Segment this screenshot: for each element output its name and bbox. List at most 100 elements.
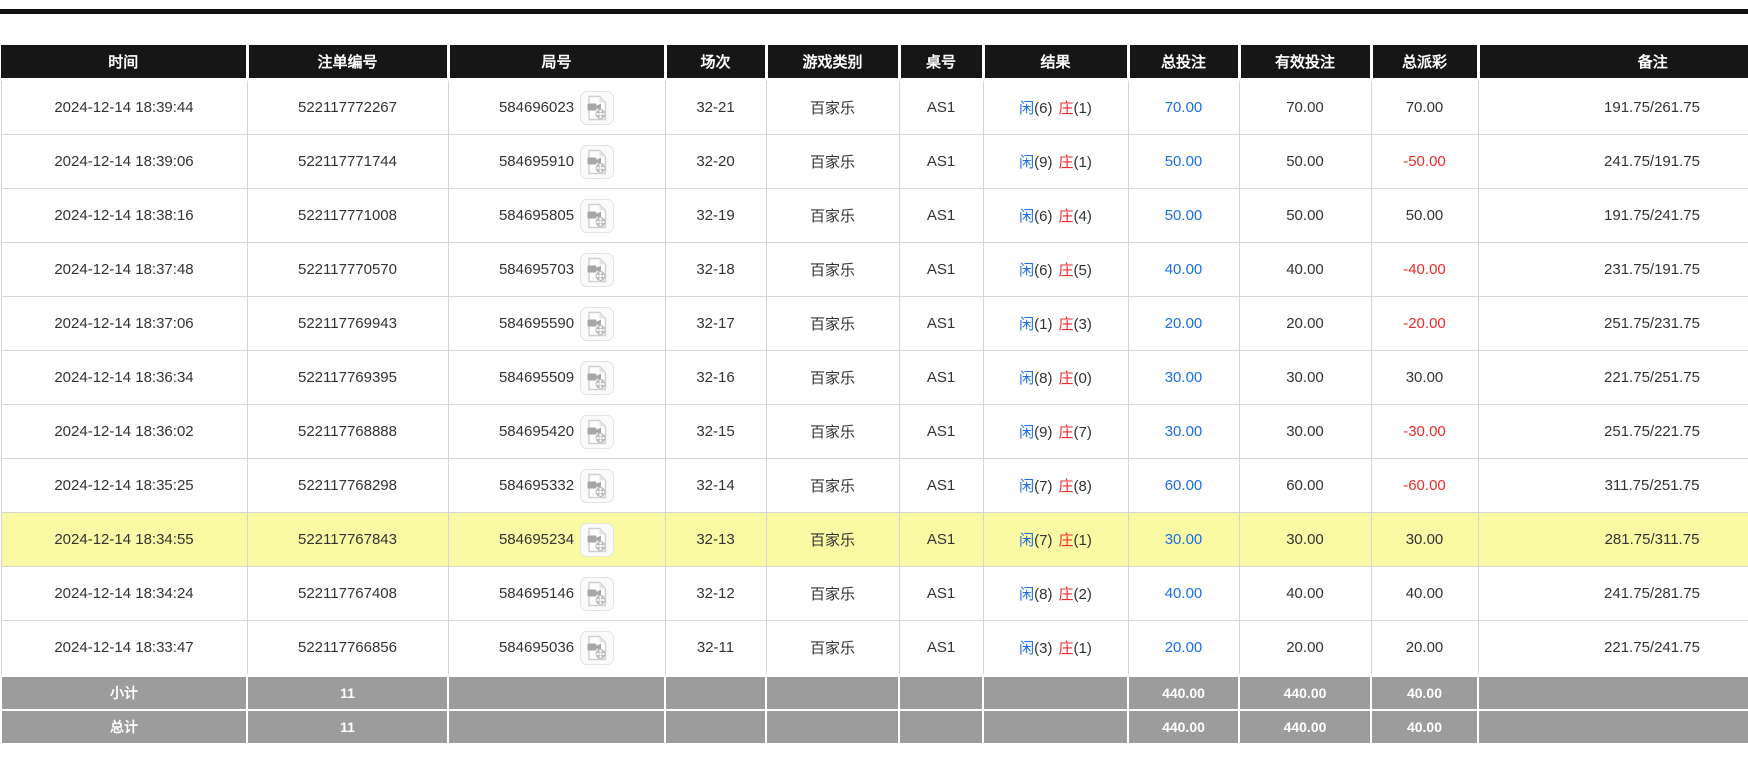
session-cell: 32-16 <box>665 351 766 405</box>
video-replay-button[interactable] <box>580 523 614 557</box>
player-result-score: (6) <box>1034 208 1052 225</box>
round-cell: 584695910 <box>448 135 665 189</box>
table-id-cell: AS1 <box>899 459 983 513</box>
subtotal-row: 小计 11 440.00 440.00 40.00 <box>1 676 1748 711</box>
bet-row[interactable]: 2024-12-14 18:38:16 522117771008 5846958… <box>1 189 1748 243</box>
result-cell: 闲(6)庄(4) <box>983 189 1128 243</box>
player-result-label: 闲 <box>1019 586 1034 603</box>
bet-row[interactable]: 2024-12-14 18:39:06 522117771744 5846959… <box>1 135 1748 189</box>
bet-row[interactable]: 2024-12-14 18:37:06 522117769943 5846955… <box>1 297 1748 351</box>
bet-row[interactable]: 2024-12-14 18:37:48 522117770570 5846957… <box>1 243 1748 297</box>
video-replay-button[interactable] <box>580 631 614 665</box>
video-replay-button[interactable] <box>580 199 614 233</box>
payout-cell: 70.00 <box>1371 80 1478 135</box>
player-result-score: (8) <box>1034 586 1052 603</box>
bet-row[interactable]: 2024-12-14 18:35:25 522117768298 5846953… <box>1 459 1748 513</box>
player-result-label: 闲 <box>1019 640 1034 657</box>
bet-row[interactable]: 2024-12-14 18:34:24 522117767408 5846951… <box>1 567 1748 621</box>
time-cell: 2024-12-14 18:39:44 <box>1 80 247 135</box>
result-cell: 闲(9)庄(1) <box>983 135 1128 189</box>
banker-result-label: 庄 <box>1059 208 1074 225</box>
player-result-label: 闲 <box>1019 100 1034 117</box>
player-result-score: (7) <box>1034 532 1052 549</box>
result-cell: 闲(9)庄(7) <box>983 405 1128 459</box>
result-cell: 闲(8)庄(2) <box>983 567 1128 621</box>
banker-result-score: (3) <box>1074 316 1092 333</box>
player-result-label: 闲 <box>1019 478 1034 495</box>
video-file-icon <box>585 203 609 229</box>
summary-empty-cell <box>983 676 1128 711</box>
banker-result-score: (7) <box>1074 424 1092 441</box>
bet-id-cell: 522117768298 <box>247 459 448 513</box>
bet-row[interactable]: 2024-12-14 18:34:55 522117767843 5846952… <box>1 513 1748 567</box>
summary-empty-cell <box>766 710 899 744</box>
banker-result-label: 庄 <box>1059 100 1074 117</box>
col-header-payout: 总派彩 <box>1371 45 1478 80</box>
banker-result-label: 庄 <box>1059 154 1074 171</box>
table-id-cell: AS1 <box>899 351 983 405</box>
session-cell: 32-11 <box>665 621 766 676</box>
remark-cell: 191.75/241.75 <box>1478 189 1748 243</box>
valid-bet-cell: 20.00 <box>1239 297 1371 351</box>
player-result-label: 闲 <box>1019 532 1034 549</box>
result-cell: 闲(6)庄(1) <box>983 80 1128 135</box>
summary-empty-cell <box>1478 710 1748 744</box>
video-replay-button[interactable] <box>580 361 614 395</box>
bet-row[interactable]: 2024-12-14 18:36:02 522117768888 5846954… <box>1 405 1748 459</box>
valid-bet-cell: 30.00 <box>1239 405 1371 459</box>
banker-result-label: 庄 <box>1059 640 1074 657</box>
player-result-label: 闲 <box>1019 154 1034 171</box>
bet-row[interactable]: 2024-12-14 18:33:47 522117766856 5846950… <box>1 621 1748 676</box>
payout-cell: -60.00 <box>1371 459 1478 513</box>
video-replay-button[interactable] <box>580 469 614 503</box>
banker-result-score: (8) <box>1074 478 1092 495</box>
video-replay-button[interactable] <box>580 145 614 179</box>
valid-bet-cell: 50.00 <box>1239 189 1371 243</box>
bet-row[interactable]: 2024-12-14 18:36:34 522117769395 5846955… <box>1 351 1748 405</box>
player-result-score: (3) <box>1034 640 1052 657</box>
video-replay-button[interactable] <box>580 91 614 125</box>
result-cell: 闲(7)庄(1) <box>983 513 1128 567</box>
banker-result-score: (1) <box>1074 640 1092 657</box>
game-type-cell: 百家乐 <box>766 621 899 676</box>
summary-empty-cell <box>899 676 983 711</box>
banker-result-label: 庄 <box>1059 424 1074 441</box>
round-cell: 584695036 <box>448 621 665 676</box>
round-cell: 584695420 <box>448 405 665 459</box>
result-cell: 闲(7)庄(8) <box>983 459 1128 513</box>
round-cell: 584695509 <box>448 351 665 405</box>
time-cell: 2024-12-14 18:38:16 <box>1 189 247 243</box>
col-header-valid-bet: 有效投注 <box>1239 45 1371 80</box>
table-header: 时间 注单编号 局号 场次 游戏类别 桌号 结果 总投注 有效投注 总派彩 备注 <box>1 45 1748 80</box>
summary-total-bet-cell: 440.00 <box>1128 676 1239 711</box>
video-file-icon <box>585 311 609 337</box>
summary-empty-cell <box>665 676 766 711</box>
summary-label-cell: 小计 <box>1 676 247 711</box>
col-header-game-type: 游戏类别 <box>766 45 899 80</box>
time-cell: 2024-12-14 18:37:06 <box>1 297 247 351</box>
payout-cell: 20.00 <box>1371 621 1478 676</box>
valid-bet-cell: 30.00 <box>1239 351 1371 405</box>
time-cell: 2024-12-14 18:36:02 <box>1 405 247 459</box>
top-divider-bar <box>0 9 1748 14</box>
result-cell: 闲(1)庄(3) <box>983 297 1128 351</box>
table-id-cell: AS1 <box>899 135 983 189</box>
video-replay-button[interactable] <box>580 307 614 341</box>
session-cell: 32-13 <box>665 513 766 567</box>
video-replay-button[interactable] <box>580 415 614 449</box>
player-result-label: 闲 <box>1019 316 1034 333</box>
video-replay-button[interactable] <box>580 577 614 611</box>
total-bet-cell: 40.00 <box>1128 243 1239 297</box>
time-cell: 2024-12-14 18:37:48 <box>1 243 247 297</box>
summary-empty-cell <box>448 710 665 744</box>
round-id: 584695805 <box>499 207 574 224</box>
bet-id-cell: 522117768888 <box>247 405 448 459</box>
game-type-cell: 百家乐 <box>766 297 899 351</box>
table-id-cell: AS1 <box>899 189 983 243</box>
valid-bet-cell: 50.00 <box>1239 135 1371 189</box>
bet-row[interactable]: 2024-12-14 18:39:44 522117772267 5846960… <box>1 80 1748 135</box>
video-replay-button[interactable] <box>580 253 614 287</box>
table-id-cell: AS1 <box>899 567 983 621</box>
round-cell: 584695146 <box>448 567 665 621</box>
banker-result-score: (4) <box>1074 208 1092 225</box>
